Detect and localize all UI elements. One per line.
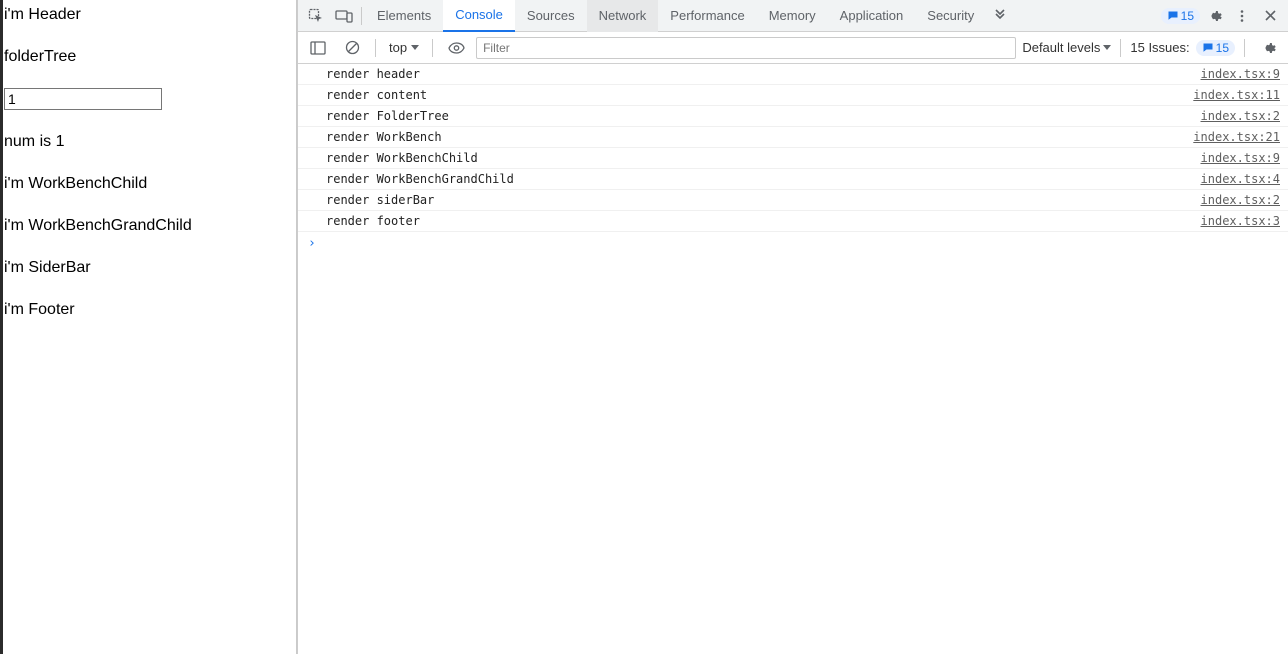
log-row: render footer index.tsx:3 <box>298 211 1288 232</box>
log-row: render FolderTree index.tsx:2 <box>298 106 1288 127</box>
log-levels-selector[interactable]: Default levels <box>1022 40 1111 55</box>
log-row: render WorkBenchGrandChild index.tsx:4 <box>298 169 1288 190</box>
issues-count: 15 <box>1216 41 1229 55</box>
log-message: render content <box>326 88 1193 102</box>
console-settings-icon[interactable] <box>1254 34 1282 62</box>
separator <box>375 39 376 57</box>
filter-input[interactable] <box>476 37 1016 59</box>
log-source-link[interactable]: index.tsx:2 <box>1201 193 1280 207</box>
log-source-link[interactable]: index.tsx:2 <box>1201 109 1280 123</box>
separator <box>1120 39 1121 57</box>
log-source-link[interactable]: index.tsx:11 <box>1193 88 1280 102</box>
message-count: 15 <box>1181 9 1194 23</box>
tab-label: Sources <box>527 8 575 23</box>
log-message: render WorkBenchGrandChild <box>326 172 1201 186</box>
devtools-panel: Elements Console Sources Network Perform… <box>297 0 1288 654</box>
tab-network[interactable]: Network <box>587 0 659 32</box>
issues-label: 15 Issues: <box>1130 40 1189 55</box>
number-input[interactable] <box>4 88 162 110</box>
chevron-down-icon <box>1103 45 1111 50</box>
log-message: render FolderTree <box>326 109 1201 123</box>
app-pane: i'm Header folderTree num is 1 i'm WorkB… <box>0 0 297 654</box>
log-source-link[interactable]: index.tsx:21 <box>1193 130 1280 144</box>
siderbar-label: i'm SiderBar <box>4 257 296 279</box>
log-row: render WorkBenchChild index.tsx:9 <box>298 148 1288 169</box>
app-header: i'm Header <box>4 4 296 26</box>
tab-memory[interactable]: Memory <box>757 0 828 32</box>
tab-application[interactable]: Application <box>828 0 916 32</box>
separator <box>1244 39 1245 57</box>
log-source-link[interactable]: index.tsx:9 <box>1201 67 1280 81</box>
tab-label: Elements <box>377 8 431 23</box>
input-wrapper <box>4 88 296 111</box>
clear-console-icon[interactable] <box>338 34 366 62</box>
log-row: render WorkBench index.tsx:21 <box>298 127 1288 148</box>
tab-performance[interactable]: Performance <box>658 0 756 32</box>
kebab-menu-icon[interactable] <box>1228 2 1256 30</box>
inspect-element-icon[interactable] <box>302 2 330 30</box>
tab-label: Application <box>840 8 904 23</box>
close-icon[interactable] <box>1256 2 1284 30</box>
log-message: render WorkBenchChild <box>326 151 1201 165</box>
devtools-tabbar: Elements Console Sources Network Perform… <box>298 0 1288 32</box>
log-source-link[interactable]: index.tsx:4 <box>1201 172 1280 186</box>
console-prompt[interactable]: › <box>298 232 1288 255</box>
context-selector[interactable]: top <box>385 40 423 55</box>
log-source-link[interactable]: index.tsx:9 <box>1201 151 1280 165</box>
more-tabs-icon[interactable] <box>986 2 1014 30</box>
log-message: render footer <box>326 214 1201 228</box>
log-source-link[interactable]: index.tsx:3 <box>1201 214 1280 228</box>
tab-label: Memory <box>769 8 816 23</box>
context-label: top <box>389 40 407 55</box>
tab-elements[interactable]: Elements <box>365 0 443 32</box>
log-message: render header <box>326 67 1201 81</box>
tab-label: Security <box>927 8 974 23</box>
console-output: render header index.tsx:9 render content… <box>298 64 1288 654</box>
message-icon <box>1167 10 1179 22</box>
separator <box>361 7 362 25</box>
footer-label: i'm Footer <box>4 299 296 321</box>
settings-icon[interactable] <box>1200 2 1228 30</box>
tab-label: Console <box>455 7 503 22</box>
workbench-child-label: i'm WorkBenchChild <box>4 173 296 195</box>
log-message: render WorkBench <box>326 130 1193 144</box>
log-row: render content index.tsx:11 <box>298 85 1288 106</box>
message-count-badge[interactable]: 15 <box>1161 8 1200 24</box>
num-label: num is 1 <box>4 131 296 153</box>
live-expression-icon[interactable] <box>442 34 470 62</box>
log-row: render siderBar index.tsx:2 <box>298 190 1288 211</box>
separator <box>432 39 433 57</box>
tab-sources[interactable]: Sources <box>515 0 587 32</box>
tab-label: Performance <box>670 8 744 23</box>
issues-indicator[interactable]: 15 Issues: 15 <box>1130 40 1235 56</box>
workbench-grandchild-label: i'm WorkBenchGrandChild <box>4 215 296 237</box>
chevron-down-icon <box>411 45 419 50</box>
levels-label: Default levels <box>1022 40 1100 55</box>
log-row: render header index.tsx:9 <box>298 64 1288 85</box>
message-icon <box>1202 42 1214 54</box>
toggle-sidebar-icon[interactable] <box>304 34 332 62</box>
device-toolbar-icon[interactable] <box>330 2 358 30</box>
tab-security[interactable]: Security <box>915 0 986 32</box>
tab-label: Network <box>599 8 647 23</box>
tab-console[interactable]: Console <box>443 0 515 32</box>
console-toolbar: top Default levels 15 Issues: 15 <box>298 32 1288 64</box>
log-message: render siderBar <box>326 193 1201 207</box>
folder-tree-label: folderTree <box>4 46 296 68</box>
